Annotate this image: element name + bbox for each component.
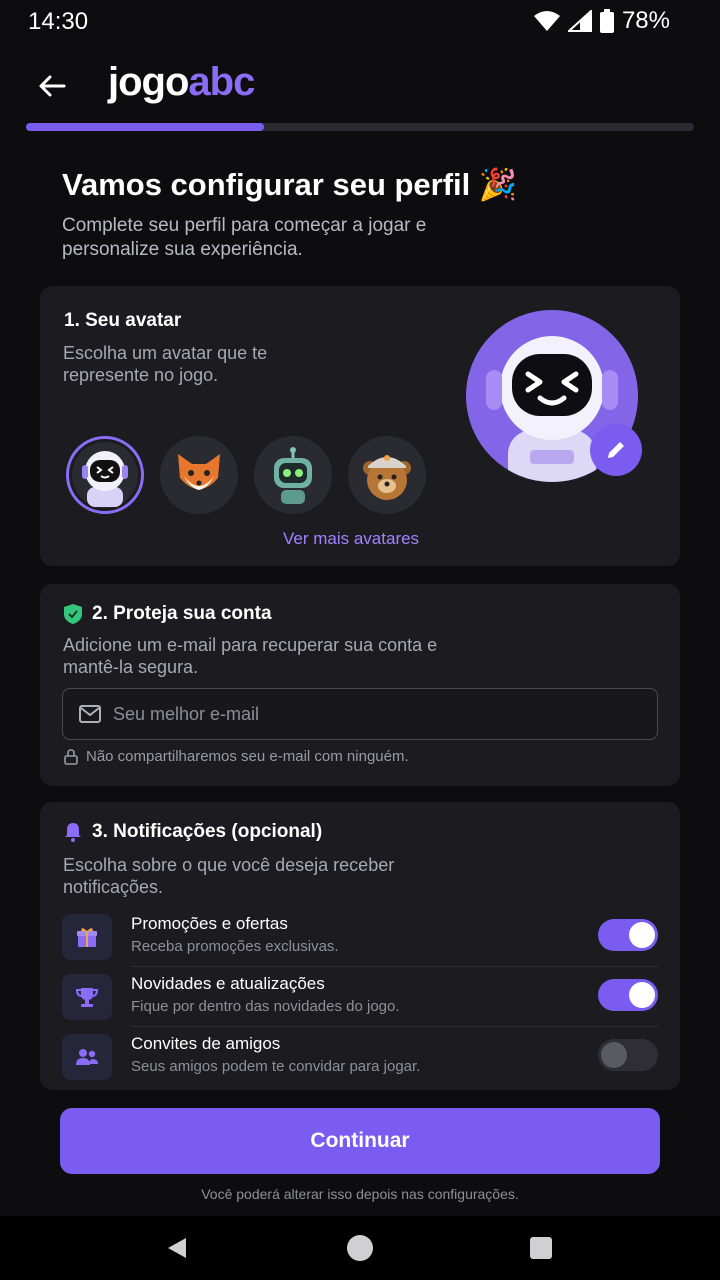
notification-label: Novidades e atualizações — [131, 974, 325, 993]
back-button[interactable] — [28, 62, 76, 110]
divider — [131, 966, 658, 967]
edit-avatar-button[interactable] — [590, 424, 642, 476]
fox-avatar-icon — [178, 454, 220, 490]
gift-icon — [77, 928, 97, 947]
system-nav-bar — [0, 1216, 720, 1280]
progress-fill — [26, 123, 264, 131]
notification-icon-box — [62, 914, 112, 960]
notifications-section-description: Escolha sobre o que você deseja receber … — [63, 855, 395, 897]
notification-label: Convites de amigos — [131, 1034, 281, 1053]
notifications-section-title: 3. Notificações (opcional) — [92, 821, 323, 842]
account-section-description: Adicione um e-mail para recuperar sua co… — [63, 635, 438, 677]
notification-label: Promoções e ofertas — [131, 914, 288, 933]
avatar-option-fox[interactable] — [160, 436, 238, 514]
signal-icon — [567, 10, 592, 32]
nav-recents-icon[interactable] — [530, 1237, 552, 1259]
logo-part1: jogo — [108, 60, 189, 104]
continue-button[interactable]: Continuar — [60, 1108, 660, 1174]
notification-sublabel: Seus amigos podem te convidar para jogar… — [131, 1058, 421, 1075]
footer-note: Você poderá alterar isso depois nas conf… — [201, 1186, 519, 1202]
avatar-option-robot[interactable] — [254, 436, 332, 514]
avatar-card: 1. Seu avatar Escolha um avatar que te r… — [40, 286, 680, 566]
nav-back-icon[interactable] — [166, 1236, 190, 1260]
avatar-option-bear[interactable] — [348, 436, 426, 514]
privacy-note-text: Não compartilharemos seu e-mail com ning… — [86, 748, 409, 765]
status-bar: 14:30 78% — [0, 0, 720, 44]
logo-part2: abc — [188, 60, 255, 104]
promotions-toggle[interactable] — [598, 919, 658, 951]
notification-row-promotions: Promoções e ofertas Receba promoções exc… — [62, 908, 658, 966]
lock-icon — [64, 748, 78, 765]
bell-icon — [65, 823, 81, 842]
avatar-section-title: 1. Seu avatar — [64, 310, 182, 331]
toggle-knob — [629, 982, 655, 1008]
page-subtitle: Complete seu perfil para começar a jogar… — [62, 215, 427, 260]
battery-percent: 78% — [621, 7, 670, 34]
bear-avatar-icon — [363, 455, 411, 500]
wifi-icon — [533, 11, 560, 31]
app-header: jogoabc — [0, 52, 720, 116]
shield-icon — [64, 604, 82, 624]
notification-icon-box — [62, 974, 112, 1020]
avatar-section-description: Escolha um avatar que te represente no j… — [63, 343, 268, 385]
status-time: 14:30 — [28, 8, 89, 35]
see-more-avatars-link[interactable]: Ver mais avatares — [283, 529, 419, 549]
pencil-icon — [608, 442, 624, 458]
avatar-option-astronaut[interactable] — [66, 436, 144, 514]
page-title: Vamos configurar seu perfil 🎉 — [62, 167, 518, 202]
email-input[interactable] — [113, 703, 633, 725]
email-field[interactable] — [62, 688, 658, 740]
mail-icon — [79, 705, 101, 723]
updates-toggle[interactable] — [598, 979, 658, 1011]
account-card: 2. Proteja sua conta Adicione um e-mail … — [40, 584, 680, 786]
status-icons: 78% — [533, 7, 670, 35]
account-section-title: 2. Proteja sua conta — [92, 603, 272, 624]
nav-home-icon[interactable] — [347, 1235, 373, 1261]
astronaut-avatar-icon — [82, 451, 128, 507]
notification-row-updates: Novidades e atualizações Fique por dentr… — [62, 968, 658, 1026]
app-logo: jogoabc — [108, 60, 255, 105]
battery-icon — [599, 9, 614, 33]
notification-icon-box — [62, 1034, 112, 1080]
screen: 14:30 78% jogoabc Vamos configurar seu p… — [0, 0, 720, 1280]
divider — [131, 1026, 658, 1027]
toggle-knob — [629, 922, 655, 948]
users-icon — [76, 1049, 98, 1065]
toggle-knob — [601, 1042, 627, 1068]
robot-avatar-icon — [274, 447, 312, 504]
friend-invites-toggle[interactable] — [598, 1039, 658, 1071]
privacy-note: Não compartilharemos seu e-mail com ning… — [64, 748, 409, 765]
arrow-left-icon — [39, 75, 66, 97]
notification-row-friend-invites: Convites de amigos Seus amigos podem te … — [62, 1028, 658, 1086]
notification-sublabel: Receba promoções exclusivas. — [131, 938, 339, 955]
trophy-icon — [76, 988, 98, 1007]
progress-bar — [26, 123, 694, 131]
notification-sublabel: Fique por dentro das novidades do jogo. — [131, 998, 400, 1015]
notifications-card: 3. Notificações (opcional) Escolha sobre… — [40, 802, 680, 1090]
